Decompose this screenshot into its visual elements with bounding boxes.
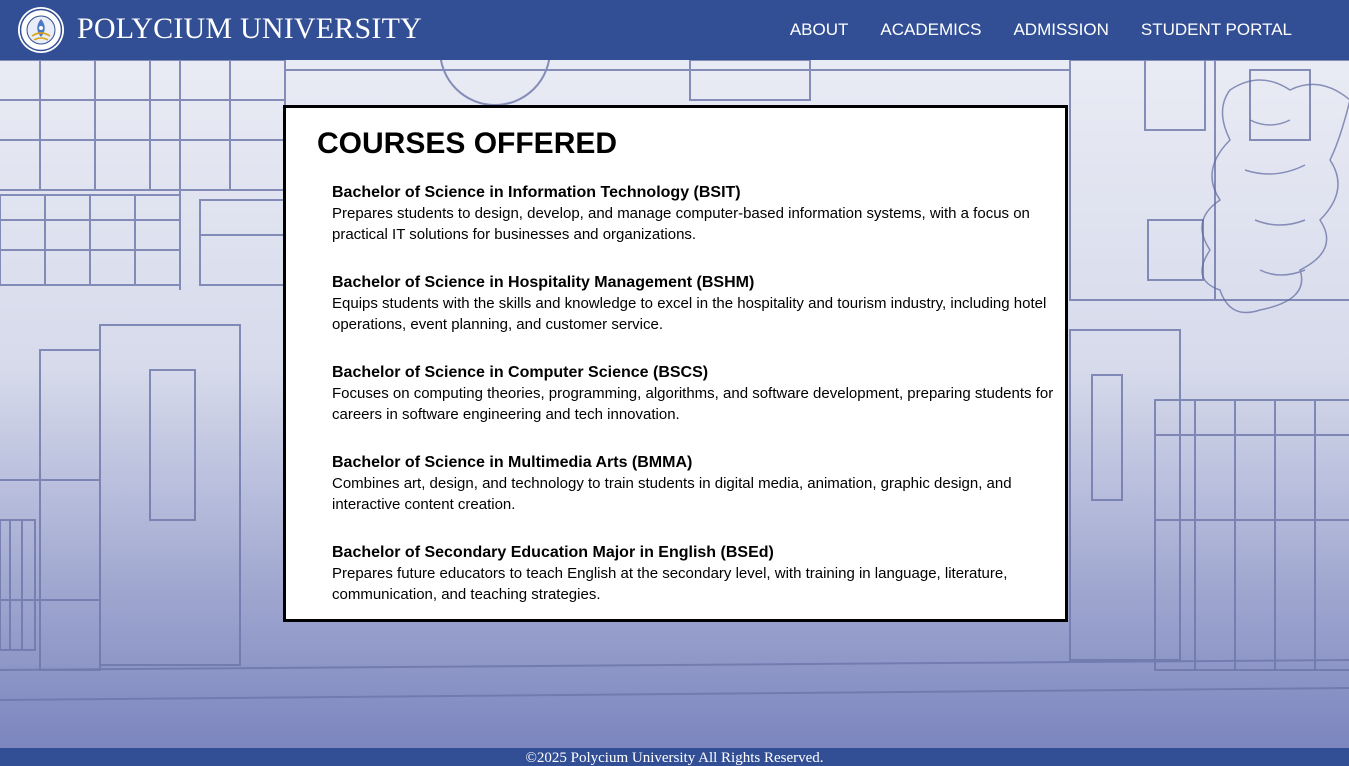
- course-name: Bachelor of Science in Computer Science …: [332, 364, 709, 381]
- copyright-text: ©2025 Polycium University All Rights Res…: [525, 750, 824, 766]
- nav-about[interactable]: ABOUT: [790, 20, 849, 40]
- nav-admission[interactable]: ADMISSION: [1013, 20, 1108, 40]
- course-name: Bachelor of Science in Multimedia Arts (…: [332, 454, 693, 471]
- nav-student-portal[interactable]: STUDENT PORTAL: [1141, 20, 1292, 40]
- course-description: Equips students with the skills and know…: [332, 295, 1047, 333]
- course-item: Bachelor of Science in Hospitality Manag…: [332, 272, 1054, 362]
- main-nav: ABOUT ACADEMICS ADMISSION STUDENT PORTAL: [790, 20, 1292, 40]
- page-title: COURSES OFFERED: [317, 127, 618, 160]
- courses-card: COURSES OFFERED Bachelor of Science in I…: [283, 105, 1068, 622]
- course-description: Combines art, design, and technology to …: [332, 475, 1012, 513]
- course-description: Prepares future educators to teach Engli…: [332, 565, 1008, 603]
- course-name: Bachelor of Science in Hospitality Manag…: [332, 274, 755, 291]
- course-name: Bachelor of Secondary Education Major in…: [332, 544, 774, 561]
- course-item: Bachelor of Secondary Education Major in…: [332, 542, 1054, 632]
- course-description: Focuses on computing theories, programmi…: [332, 385, 1054, 423]
- course-item: Bachelor of Science in Information Techn…: [332, 182, 1054, 272]
- site-header: POLYCIUM UNIVERSITY ABOUT ACADEMICS ADMI…: [0, 0, 1349, 60]
- nav-academics[interactable]: ACADEMICS: [880, 20, 981, 40]
- course-list: Bachelor of Science in Information Techn…: [332, 182, 1054, 632]
- university-seal-icon[interactable]: [17, 6, 65, 54]
- course-item: Bachelor of Science in Computer Science …: [332, 362, 1054, 452]
- site-footer: ©2025 Polycium University All Rights Res…: [0, 748, 1349, 766]
- university-name[interactable]: POLYCIUM UNIVERSITY: [77, 12, 422, 46]
- course-name: Bachelor of Science in Information Techn…: [332, 184, 741, 201]
- course-description: Prepares students to design, develop, an…: [332, 205, 1030, 243]
- course-item: Bachelor of Science in Multimedia Arts (…: [332, 452, 1054, 542]
